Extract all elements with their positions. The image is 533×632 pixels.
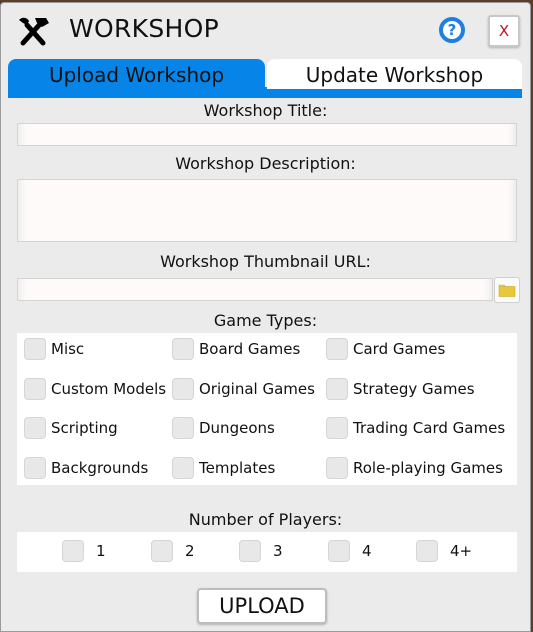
- player-count-label: 4: [362, 542, 372, 560]
- game-type-label: Card Games: [353, 340, 446, 358]
- help-icon: ?: [447, 21, 457, 39]
- player-count-label: 4+: [450, 542, 473, 560]
- workshop-thumbnail-input[interactable]: [17, 278, 493, 301]
- game-type-checkbox[interactable]: [326, 457, 348, 479]
- player-count-label: 1: [96, 542, 106, 560]
- tab-strip: Upload Workshop Update Workshop: [8, 59, 522, 99]
- players-label: Number of Players:: [188, 510, 343, 529]
- player-count-checkbox[interactable]: [151, 540, 173, 562]
- tab-update-workshop[interactable]: Update Workshop: [267, 59, 522, 89]
- player-count-checkbox[interactable]: [416, 540, 438, 562]
- game-type-checkbox[interactable]: [326, 378, 348, 400]
- game-type-checkbox[interactable]: [326, 338, 348, 360]
- tools-icon: [19, 17, 49, 46]
- help-button[interactable]: ?: [439, 17, 465, 43]
- workshop-window: WORKSHOP ? X Upload Workshop Update Work…: [0, 2, 531, 632]
- game-type-label: Custom Models: [51, 380, 167, 398]
- game-type-label: Trading Card Games: [353, 419, 506, 437]
- game-types-label: Game Types:: [213, 311, 318, 330]
- game-type-checkbox[interactable]: [172, 457, 194, 479]
- player-count-checkbox[interactable]: [328, 540, 350, 562]
- game-types-panel: Misc Board Games Card Games Custom Models Or…: [17, 333, 517, 485]
- game-type-checkbox[interactable]: [172, 338, 194, 360]
- game-type-checkbox[interactable]: [24, 457, 46, 479]
- close-icon: X: [498, 22, 510, 40]
- game-type-checkbox[interactable]: [326, 417, 348, 439]
- workshop-title-label: Workshop Title:: [203, 101, 328, 120]
- game-type-label: Original Games: [199, 380, 315, 398]
- game-type-label: Misc: [51, 340, 85, 358]
- game-type-label: Dungeons: [199, 419, 275, 437]
- game-type-checkbox[interactable]: [24, 338, 46, 360]
- game-type-checkbox[interactable]: [172, 378, 194, 400]
- tab-upload-workshop[interactable]: Upload Workshop: [8, 59, 265, 89]
- workshop-description-label: Workshop Description:: [175, 154, 356, 173]
- game-type-checkbox[interactable]: [24, 378, 46, 400]
- folder-icon: [498, 284, 516, 297]
- window-title: WORKSHOP: [69, 14, 219, 43]
- game-type-checkbox[interactable]: [172, 417, 194, 439]
- game-type-label: Templates: [199, 459, 276, 477]
- players-panel: 1 2 3 4 4+: [17, 532, 517, 572]
- player-count-checkbox[interactable]: [62, 540, 84, 562]
- close-button[interactable]: X: [488, 15, 520, 47]
- upload-button[interactable]: UPLOAD: [197, 588, 327, 624]
- player-count-label: 2: [185, 542, 195, 560]
- title-bar: WORKSHOP ? X: [1, 3, 530, 55]
- player-count-checkbox[interactable]: [239, 540, 261, 562]
- game-type-label: Strategy Games: [353, 380, 475, 398]
- game-type-label: Backgrounds: [51, 459, 149, 477]
- game-type-label: Board Games: [199, 340, 301, 358]
- workshop-description-input[interactable]: [17, 179, 517, 242]
- workshop-thumbnail-label: Workshop Thumbnail URL:: [160, 252, 371, 271]
- workshop-title-input[interactable]: [17, 123, 517, 146]
- game-type-label: Scripting: [51, 419, 118, 437]
- game-type-checkbox[interactable]: [24, 417, 46, 439]
- game-type-label: Role-playing Games: [353, 459, 503, 477]
- browse-folder-button[interactable]: [494, 277, 520, 303]
- player-count-label: 3: [273, 542, 283, 560]
